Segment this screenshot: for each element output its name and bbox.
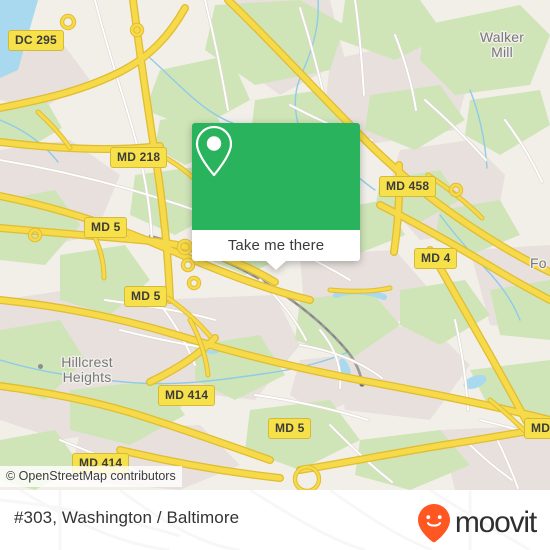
place-dot-hillcrest-heights (38, 364, 43, 369)
callout-tail (266, 261, 286, 270)
shield-md-4: MD 4 (414, 248, 458, 269)
moovit-smiley-pin-icon (417, 504, 450, 543)
footer-bar: #303, Washington / Baltimore moovit (0, 490, 550, 550)
shield-md-5-bottom: MD 5 (268, 418, 312, 439)
moovit-logo[interactable]: moovit (417, 503, 537, 543)
shield-md-458: MD 458 (379, 176, 437, 197)
shield-dc-295: DC 295 (8, 30, 64, 51)
take-me-there-label: Take me there (227, 237, 325, 254)
moovit-wordmark: moovit (454, 506, 537, 539)
shield-md-5-mid: MD 5 (124, 286, 168, 307)
shield-md-5-top: MD 5 (84, 217, 128, 238)
shield-md-5-right: MD 5 (524, 418, 550, 439)
location-pin-icon (195, 125, 233, 177)
osm-attribution[interactable]: © OpenStreetMap contributors (0, 466, 182, 487)
map-screen: Walker Mill Hillcrest Heights Fo DC 295 … (0, 0, 550, 550)
shield-md-218: MD 218 (110, 147, 168, 168)
callout-action-area[interactable]: Take me there (192, 230, 360, 270)
map-canvas[interactable]: Walker Mill Hillcrest Heights Fo DC 295 … (0, 0, 550, 490)
callout-pin-area (192, 123, 360, 230)
take-me-there-callout[interactable]: Take me there (192, 123, 360, 270)
shield-md-414-mid: MD 414 (158, 385, 216, 406)
footer-stop-title: #303, Washington / Baltimore (14, 508, 240, 527)
